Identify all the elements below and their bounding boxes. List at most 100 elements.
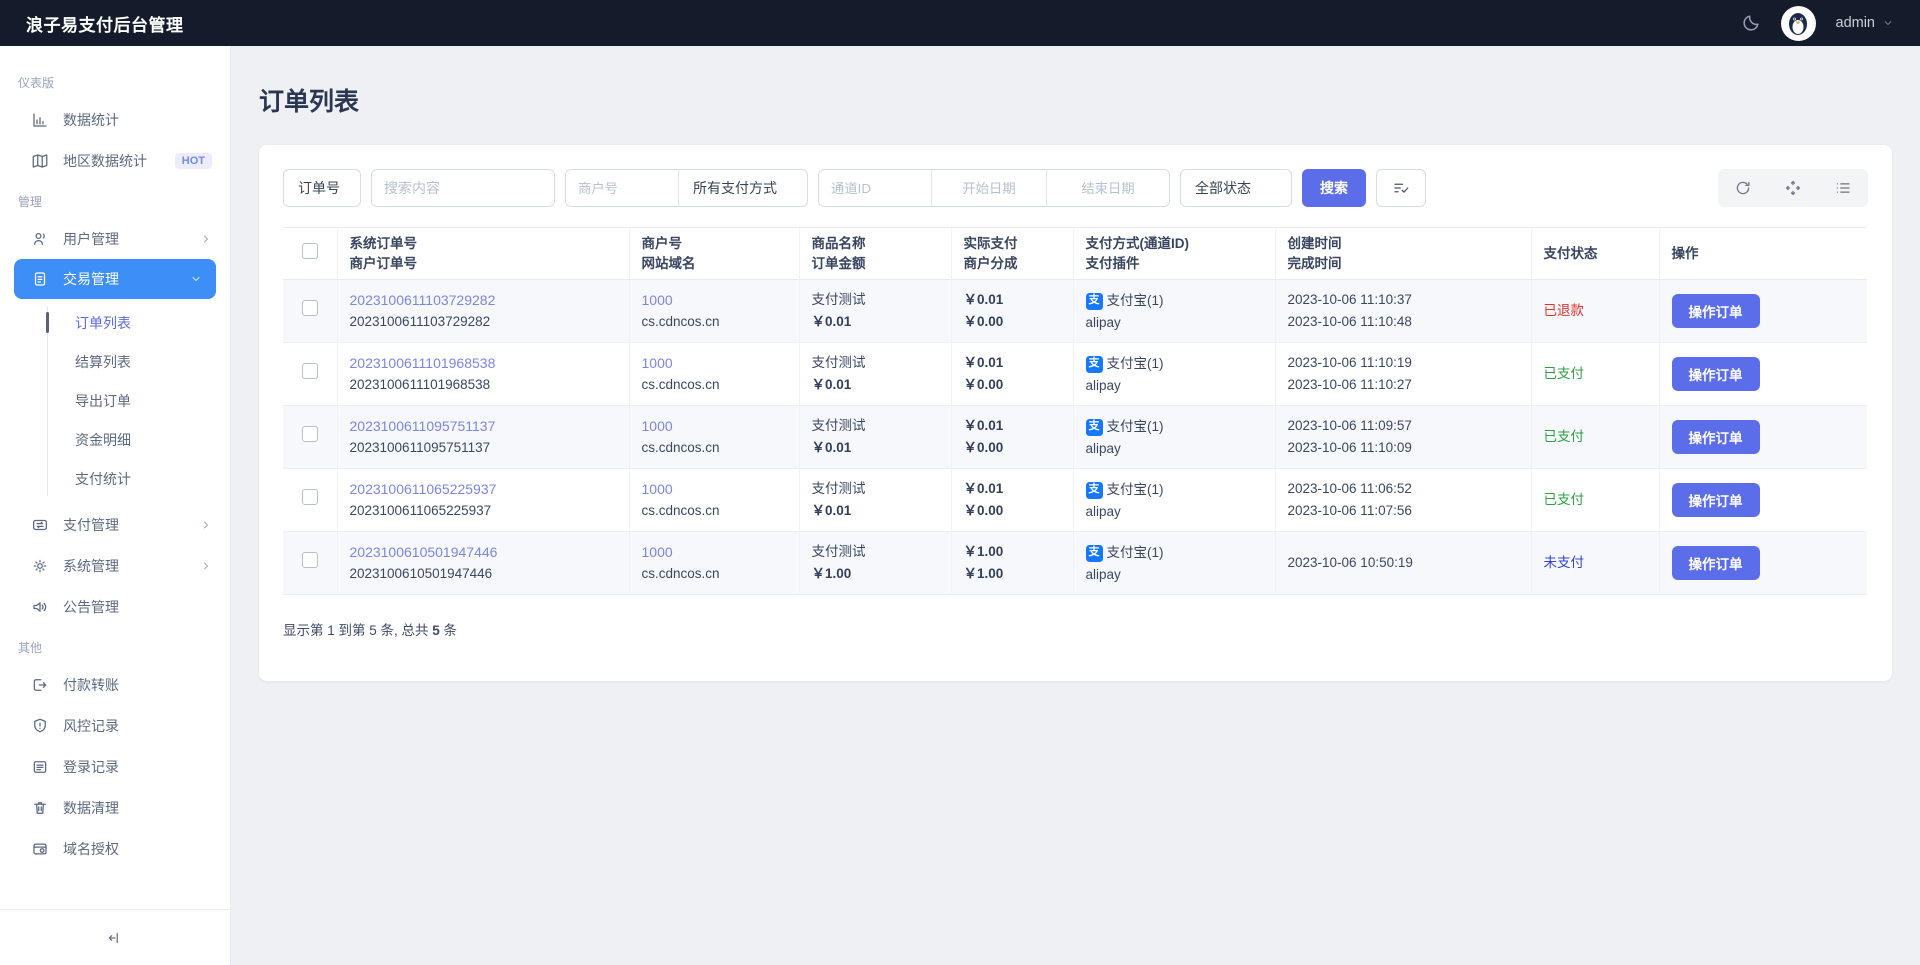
- pay-plugin: alipay: [1085, 315, 1121, 330]
- sidebar-item-risk-records[interactable]: 风控记录: [0, 705, 230, 746]
- order-amount: ￥0.01: [811, 314, 852, 329]
- order-amount: ￥0.01: [811, 503, 852, 518]
- site-domain: cs.cdncos.cn: [641, 377, 720, 393]
- sidebar-item-data-stats[interactable]: 数据统计: [0, 99, 230, 140]
- end-date-input[interactable]: [1047, 170, 1169, 206]
- operate-order-button[interactable]: 操作订单: [1671, 546, 1760, 580]
- product-name: 支付测试: [811, 418, 866, 434]
- pagination-summary: 显示第 1 到第 5 条, 总共 5 条: [283, 623, 458, 638]
- page-title: 订单列表: [259, 88, 360, 116]
- created-time: 2023-10-06 11:06:52: [1287, 481, 1412, 497]
- merchant-id-link[interactable]: 1000: [642, 289, 789, 311]
- hot-badge: HOT: [174, 152, 212, 169]
- col-header-product: 商品名称 订单金额: [799, 227, 952, 280]
- alipay-icon: 支: [1085, 355, 1103, 373]
- log-list-icon: [33, 760, 47, 773]
- mch-order: 2023100611095751137: [349, 440, 491, 456]
- merchant-id-link[interactable]: 1000: [642, 352, 789, 374]
- operate-order-button[interactable]: 操作订单: [1671, 357, 1760, 391]
- sidebar-item-user-management[interactable]: 用户管理: [0, 218, 230, 259]
- browser-window-icon: [33, 842, 47, 855]
- table-row: 2023100611101968538 2023100611101968538 …: [283, 342, 1867, 406]
- pay-plugin: alipay: [1085, 504, 1121, 519]
- sys-order-link[interactable]: 2023100611095751137: [350, 415, 619, 437]
- filter-check-icon: [1394, 183, 1409, 193]
- merchant-id-input[interactable]: [566, 170, 678, 206]
- mch-order: 2023100610501947446: [349, 566, 493, 582]
- submenu-item-settlement-list[interactable]: 结算列表: [0, 342, 230, 381]
- channel-date-group: [818, 169, 1170, 207]
- actual-paid: ￥0.01: [963, 481, 1004, 497]
- mch-order: 2023100611101968538: [349, 377, 491, 393]
- product-name: 支付测试: [811, 544, 866, 560]
- sidebar-item-transaction-management[interactable]: 交易管理: [14, 259, 216, 299]
- submenu-item-order-list[interactable]: 订单列表: [0, 303, 230, 342]
- sys-order-link[interactable]: 2023100611101968538: [350, 352, 619, 374]
- actual-paid: ￥1.00: [963, 544, 1004, 560]
- list-icon: [1836, 183, 1850, 193]
- sidebar: 仪表版 数据统计 地区数据统计 HOT 管理 用户管理 交易管理 订单列表 结算…: [0, 46, 231, 965]
- merchant-share: ￥1.00: [963, 566, 1004, 581]
- sys-order-link[interactable]: 2023100611065225937: [350, 478, 619, 500]
- sidebar-item-domain-authorization[interactable]: 域名授权: [0, 828, 230, 869]
- table-toolbar: [1718, 169, 1868, 207]
- orders-table: 系统订单号 商户订单号 商户号 网站域名 商品名称 订单金额 实际支付 商户分成: [283, 227, 1867, 595]
- order-field-select[interactable]: 订单号: [283, 169, 361, 207]
- sidebar-item-payment-management[interactable]: 支付管理: [0, 504, 230, 545]
- row-checkbox[interactable]: [301, 362, 318, 379]
- sidebar-item-payout-transfer[interactable]: 付款转账: [0, 664, 230, 705]
- row-checkbox[interactable]: [301, 425, 318, 442]
- user-menu[interactable]: admin: [1836, 15, 1895, 31]
- pay-method: 支支付宝(1): [1085, 416, 1164, 438]
- section-label-other: 其他: [18, 641, 43, 655]
- product-name: 支付测试: [811, 292, 866, 308]
- row-checkbox[interactable]: [301, 551, 318, 568]
- sidebar-item-region-stats[interactable]: 地区数据统计 HOT: [0, 140, 230, 181]
- site-domain: cs.cdncos.cn: [641, 566, 720, 582]
- row-checkbox[interactable]: [301, 299, 318, 316]
- column-settings-button[interactable]: [1834, 179, 1852, 197]
- alipay-icon: 支: [1085, 544, 1103, 562]
- mch-order: 2023100611103729282: [349, 314, 491, 330]
- fullscreen-button[interactable]: [1784, 179, 1802, 197]
- submenu-item-fund-details[interactable]: 资金明细: [0, 420, 230, 459]
- created-time: 2023-10-06 11:10:37: [1287, 292, 1412, 308]
- col-header-method: 支付方式(通道ID) 支付插件: [1073, 227, 1276, 280]
- merchant-id-link[interactable]: 1000: [642, 478, 789, 500]
- collapse-sidebar-button[interactable]: [106, 929, 124, 947]
- pay-method-select[interactable]: 所有支付方式: [679, 170, 807, 206]
- chevron-down-icon: [1884, 21, 1892, 25]
- topbar: 浪子易支付后台管理 admin: [0, 0, 1920, 46]
- sidebar-item-data-cleanup[interactable]: 数据清理: [0, 787, 230, 828]
- row-checkbox[interactable]: [301, 488, 318, 505]
- start-date-input[interactable]: [932, 170, 1046, 206]
- site-domain: cs.cdncos.cn: [641, 440, 720, 456]
- operate-order-button[interactable]: 操作订单: [1671, 294, 1760, 328]
- user-avatar[interactable]: [1780, 5, 1816, 41]
- operate-order-button[interactable]: 操作订单: [1671, 420, 1760, 454]
- merchant-paymethod-group: 所有支付方式: [565, 169, 808, 207]
- merchant-id-link[interactable]: 1000: [642, 415, 789, 437]
- search-button[interactable]: 搜索: [1302, 169, 1366, 207]
- select-all-checkbox[interactable]: [301, 242, 318, 259]
- bar-chart-icon: [33, 112, 47, 127]
- submenu-item-export-orders[interactable]: 导出订单: [0, 381, 230, 420]
- submenu-item-payment-stats[interactable]: 支付统计: [0, 459, 230, 498]
- operate-order-button[interactable]: 操作订单: [1671, 483, 1760, 517]
- pay-plugin: alipay: [1085, 441, 1121, 456]
- merchant-id-link[interactable]: 1000: [642, 541, 789, 563]
- refresh-button[interactable]: [1734, 179, 1752, 197]
- theme-toggle-moon-icon[interactable]: [1741, 13, 1761, 33]
- advanced-filter-button[interactable]: [1376, 169, 1426, 207]
- search-input[interactable]: [371, 169, 555, 207]
- sidebar-item-login-records[interactable]: 登录记录: [0, 746, 230, 787]
- sidebar-item-system-management[interactable]: 系统管理: [0, 545, 230, 586]
- sys-order-link[interactable]: 2023100610501947446: [350, 541, 619, 563]
- col-header-order-no: 系统订单号 商户订单号: [337, 227, 630, 280]
- refresh-icon: [1736, 181, 1750, 195]
- pay-plugin: alipay: [1085, 378, 1121, 393]
- sidebar-item-announcement-management[interactable]: 公告管理: [0, 586, 230, 627]
- channel-id-input[interactable]: [819, 170, 931, 206]
- sys-order-link[interactable]: 2023100611103729282: [350, 289, 619, 311]
- status-select[interactable]: 全部状态: [1180, 169, 1292, 207]
